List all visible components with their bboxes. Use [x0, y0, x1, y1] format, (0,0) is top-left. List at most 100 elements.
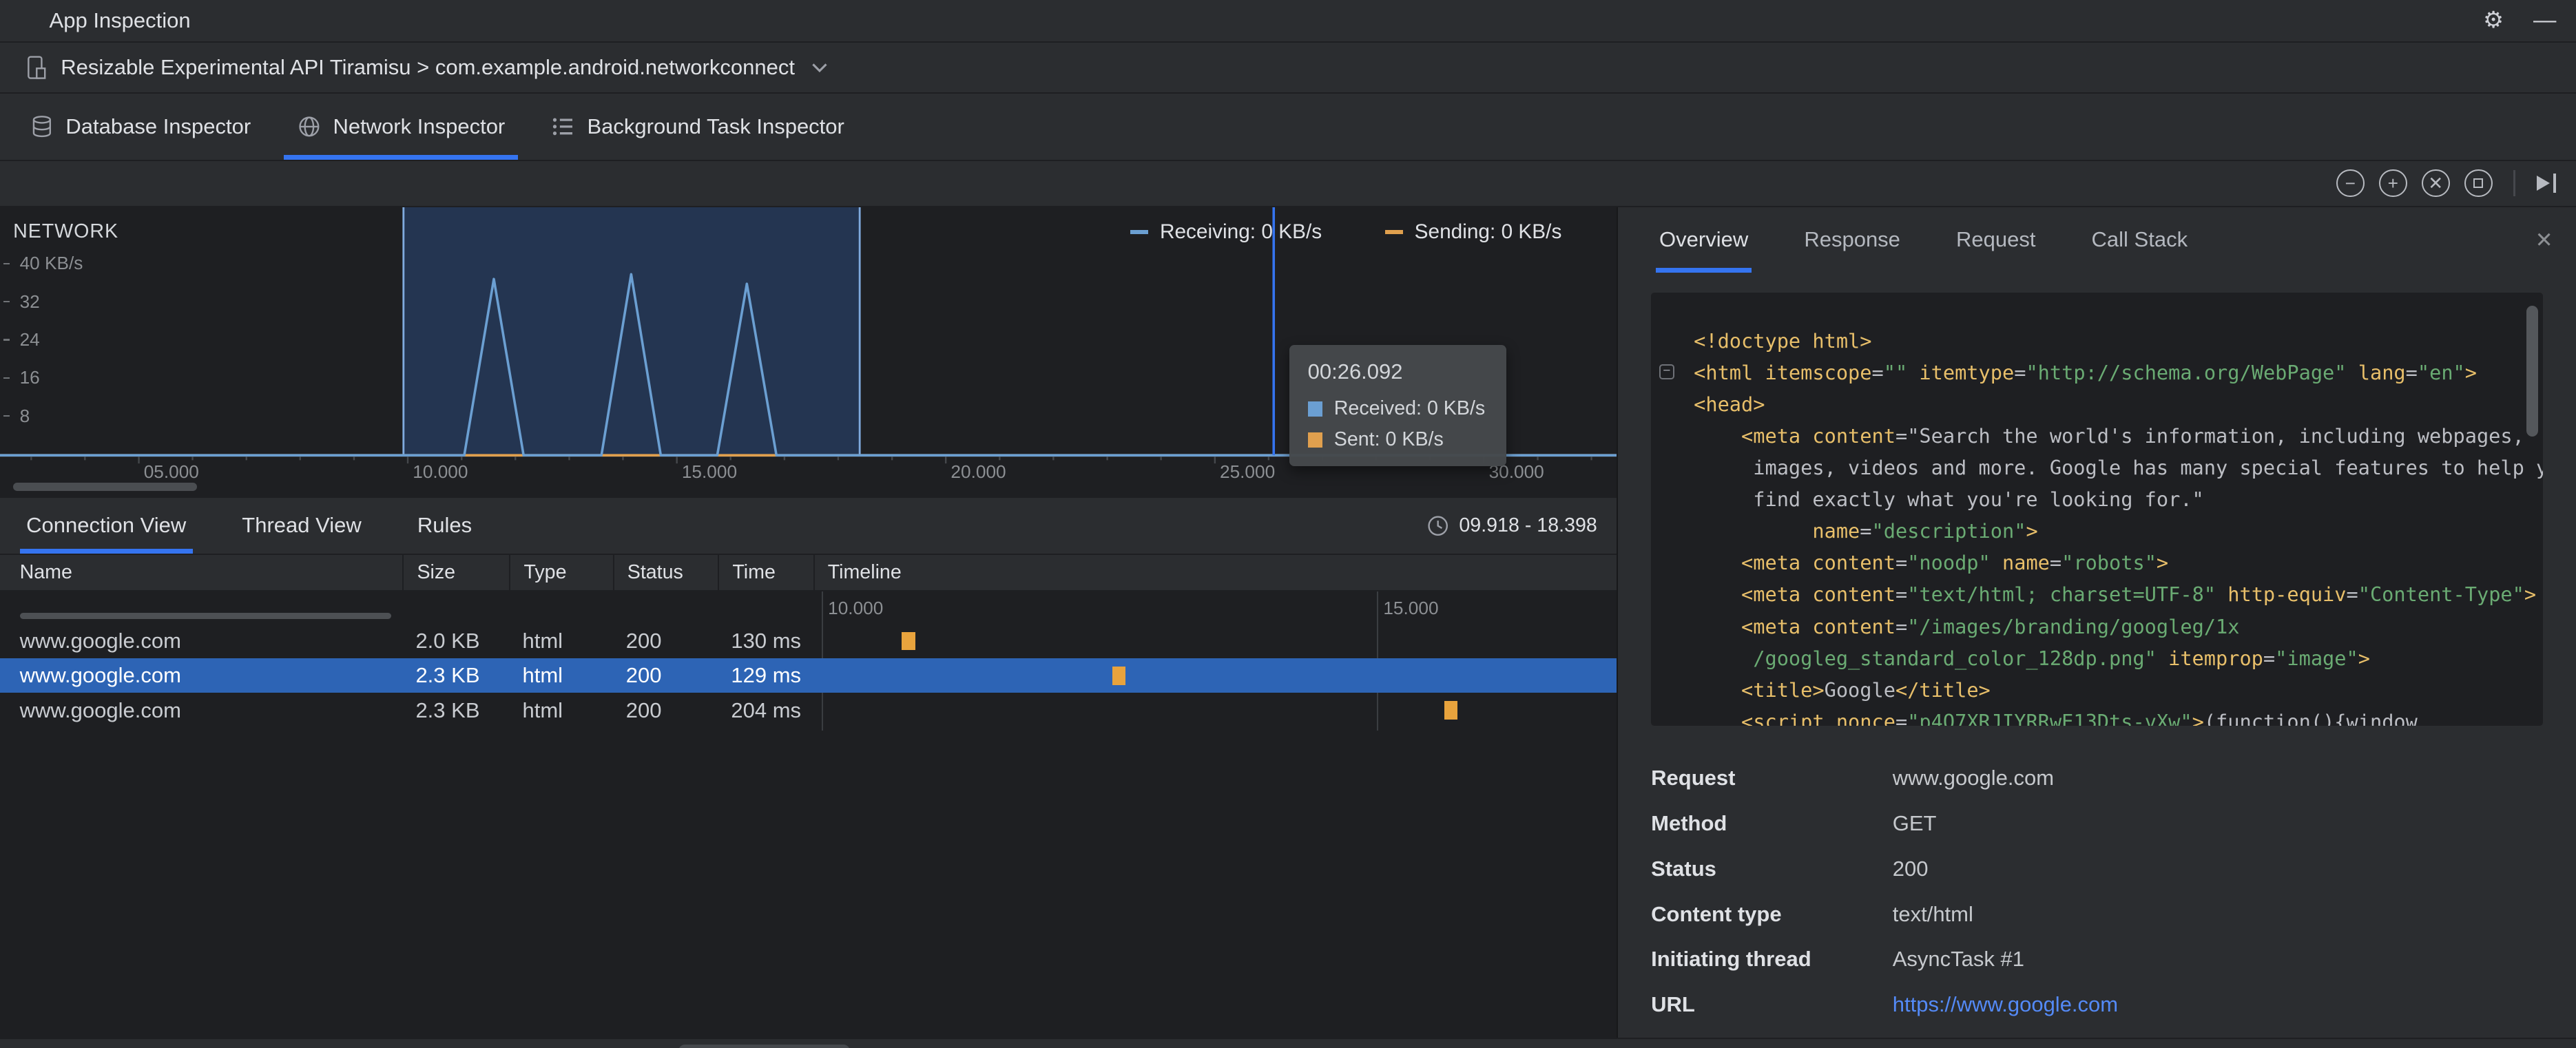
- response-code-viewer[interactable]: − <!doctype html> <html itemscope="" item…: [1651, 292, 2544, 726]
- table-body: 10.000 15.000 www.google.com 2.0 KB html 200…: [0, 591, 1617, 1048]
- timeline-marker: [1444, 701, 1457, 720]
- detail-row-url: URL https://www.google.com: [1651, 982, 2543, 1027]
- tab-connection-view[interactable]: Connection View: [19, 498, 194, 554]
- tick-mark: [3, 415, 10, 417]
- tab-background-task-inspector[interactable]: Background Task Inspector: [528, 94, 868, 160]
- code-line: <script nonce="p4O7XRJIYRRwE13Dts-vXw">(…: [1741, 709, 2418, 726]
- toolwindow-problems[interactable]: Problems: [409, 1045, 538, 1048]
- tab-call-stack[interactable]: Call Stack: [2088, 207, 2191, 273]
- process-selector-label: Resizable Experimental API Tiramisu > co…: [61, 54, 795, 79]
- tab-response[interactable]: Response: [1801, 207, 1904, 273]
- code-fold-icon[interactable]: −: [1659, 364, 1674, 379]
- detail-label: Initiating thread: [1651, 947, 1811, 972]
- zoom-toolbar: − + ✕: [0, 161, 2576, 207]
- detail-row-initiating-thread: Initiating thread AsyncTask #1: [1651, 936, 2543, 982]
- connections-panel: Connection View Thread View Rules 09.918 -…: [0, 497, 1617, 1048]
- tab-request[interactable]: Request: [1953, 207, 2039, 273]
- toolwindow-app-quality-insights[interactable]: App Quality Insights: [977, 1045, 1190, 1048]
- toolwindow-run[interactable]: Run: [199, 1045, 284, 1048]
- cell-name: www.google.com: [19, 629, 181, 653]
- detail-row-request: Request www.google.com: [1651, 755, 2543, 801]
- tick-label: 24: [19, 328, 40, 350]
- code-line: <!doctype html>: [1694, 329, 1872, 353]
- database-icon: [30, 114, 54, 139]
- detail-label: Content type: [1651, 901, 1782, 926]
- column-header-timeline[interactable]: Timeline: [813, 555, 1617, 590]
- toolwindow-todo[interactable]: TODO: [295, 1045, 399, 1048]
- detail-label: Method: [1651, 810, 1727, 835]
- tab-thread-view[interactable]: Thread View: [236, 498, 368, 554]
- cell-name: www.google.com: [19, 663, 181, 688]
- column-header-name[interactable]: Name: [0, 555, 402, 589]
- zoom-to-selection-icon[interactable]: [2464, 169, 2493, 198]
- tick-label: 16: [19, 367, 40, 388]
- cell-type: html: [522, 629, 563, 653]
- toolwindow-app-inspection[interactable]: App Inspection: [678, 1044, 851, 1048]
- x-axis-tick-label: 25.000: [1219, 461, 1276, 483]
- reset-zoom-icon[interactable]: ✕: [2421, 169, 2450, 198]
- tick-mark: [3, 377, 10, 379]
- toolbar-separator: [2513, 170, 2515, 197]
- tab-overview[interactable]: Overview: [1656, 207, 1752, 273]
- toolwindow-logcat[interactable]: Logcat: [860, 1045, 967, 1048]
- tick-label: 32: [19, 291, 40, 312]
- detail-label: Request: [1651, 766, 1736, 790]
- legend-receiving: Receiving: 0 KB/s: [1130, 220, 1322, 244]
- app-inspection-window: App Inspection ⚙ — Resizable Experimenta…: [0, 0, 2576, 1048]
- detail-row-content-type: Content type text/html: [1651, 892, 2543, 937]
- code-line: <html itemscope="" itemtype="http://sche…: [1694, 361, 2478, 385]
- y-axis-tick: 8: [3, 406, 30, 427]
- table-header[interactable]: Name Size Type Status Time Timeline: [0, 555, 1617, 591]
- cell-type: html: [522, 698, 563, 722]
- cell-status: 200: [625, 698, 662, 722]
- toolwindow-services[interactable]: Services: [1200, 1045, 1322, 1048]
- hide-window-icon[interactable]: —: [2533, 9, 2556, 32]
- sent-swatch-icon: [1307, 432, 1323, 448]
- y-axis-tick: 24: [3, 329, 40, 350]
- process-selector-bar[interactable]: Resizable Experimental API Tiramisu > co…: [0, 43, 2576, 94]
- zoom-out-icon[interactable]: −: [2336, 169, 2365, 198]
- code-line: <meta content="text/html; charset=UTF-8"…: [1741, 583, 2537, 607]
- detail-value: GET: [1892, 810, 1937, 835]
- cell-status: 200: [625, 629, 662, 653]
- timeline-tick-label: 15.000: [1383, 598, 1439, 619]
- tooltip-time: 00:26.092: [1307, 359, 1403, 384]
- cell-status: 200: [625, 663, 662, 688]
- tab-database-inspector[interactable]: Database Inspector: [7, 94, 274, 160]
- name-column-scrollbar[interactable]: [19, 612, 391, 620]
- column-header-time[interactable]: Time: [718, 555, 813, 590]
- detail-label: Status: [1651, 856, 1716, 881]
- titlebar: App Inspection ⚙ —: [0, 0, 2576, 43]
- chart-horizontal-scrollbar[interactable]: [13, 483, 198, 492]
- toolwindow-version-control[interactable]: Version Control: [13, 1045, 189, 1048]
- close-icon[interactable]: ✕: [2535, 229, 2553, 251]
- table-row[interactable]: www.google.com 2.3 KB html 200 204 ms: [0, 693, 1617, 727]
- detail-value-link[interactable]: https://www.google.com: [1893, 992, 2118, 1017]
- go-live-icon[interactable]: [2536, 173, 2557, 193]
- tab-label: Network Inspector: [333, 114, 506, 138]
- cell-type: html: [522, 663, 563, 688]
- zoom-in-icon[interactable]: +: [2378, 169, 2407, 198]
- detail-value: AsyncTask #1: [1892, 947, 2024, 972]
- code-line: <meta content="noodp" name="robots">: [1741, 551, 2169, 575]
- tab-network-inspector[interactable]: Network Inspector: [274, 94, 528, 160]
- timeline-marker: [902, 632, 915, 651]
- toolwindow-profiler[interactable]: Profiler: [1434, 1045, 1544, 1048]
- column-header-status[interactable]: Status: [612, 555, 718, 590]
- tab-rules[interactable]: Rules: [411, 498, 478, 554]
- request-details: Request www.google.com Method GET Status 200 C…: [1651, 755, 2543, 1027]
- toolwindow-build[interactable]: Build: [1331, 1045, 1424, 1048]
- y-axis-tick: 16: [3, 367, 40, 388]
- tick-mark: [3, 262, 10, 264]
- network-chart[interactable]: NETWORK Receiving: 0 KB/s Sending: 0 KB/…: [0, 207, 1617, 498]
- code-scrollbar[interactable]: [2526, 305, 2539, 437]
- column-header-size[interactable]: Size: [402, 555, 509, 590]
- column-header-type[interactable]: Type: [509, 555, 612, 590]
- tooltip-sent-row: Sent: 0 KB/s: [1307, 428, 1488, 451]
- toolwindow-terminal[interactable]: Terminal: [548, 1045, 668, 1048]
- settings-gear-icon[interactable]: ⚙: [2483, 9, 2504, 32]
- table-row[interactable]: www.google.com 2.0 KB html 200 130 ms: [0, 624, 1617, 658]
- receiving-swatch-icon: [1130, 229, 1149, 234]
- cell-size: 2.0 KB: [415, 629, 480, 653]
- table-row[interactable]: www.google.com 2.3 KB html 200 129 ms: [0, 658, 1617, 693]
